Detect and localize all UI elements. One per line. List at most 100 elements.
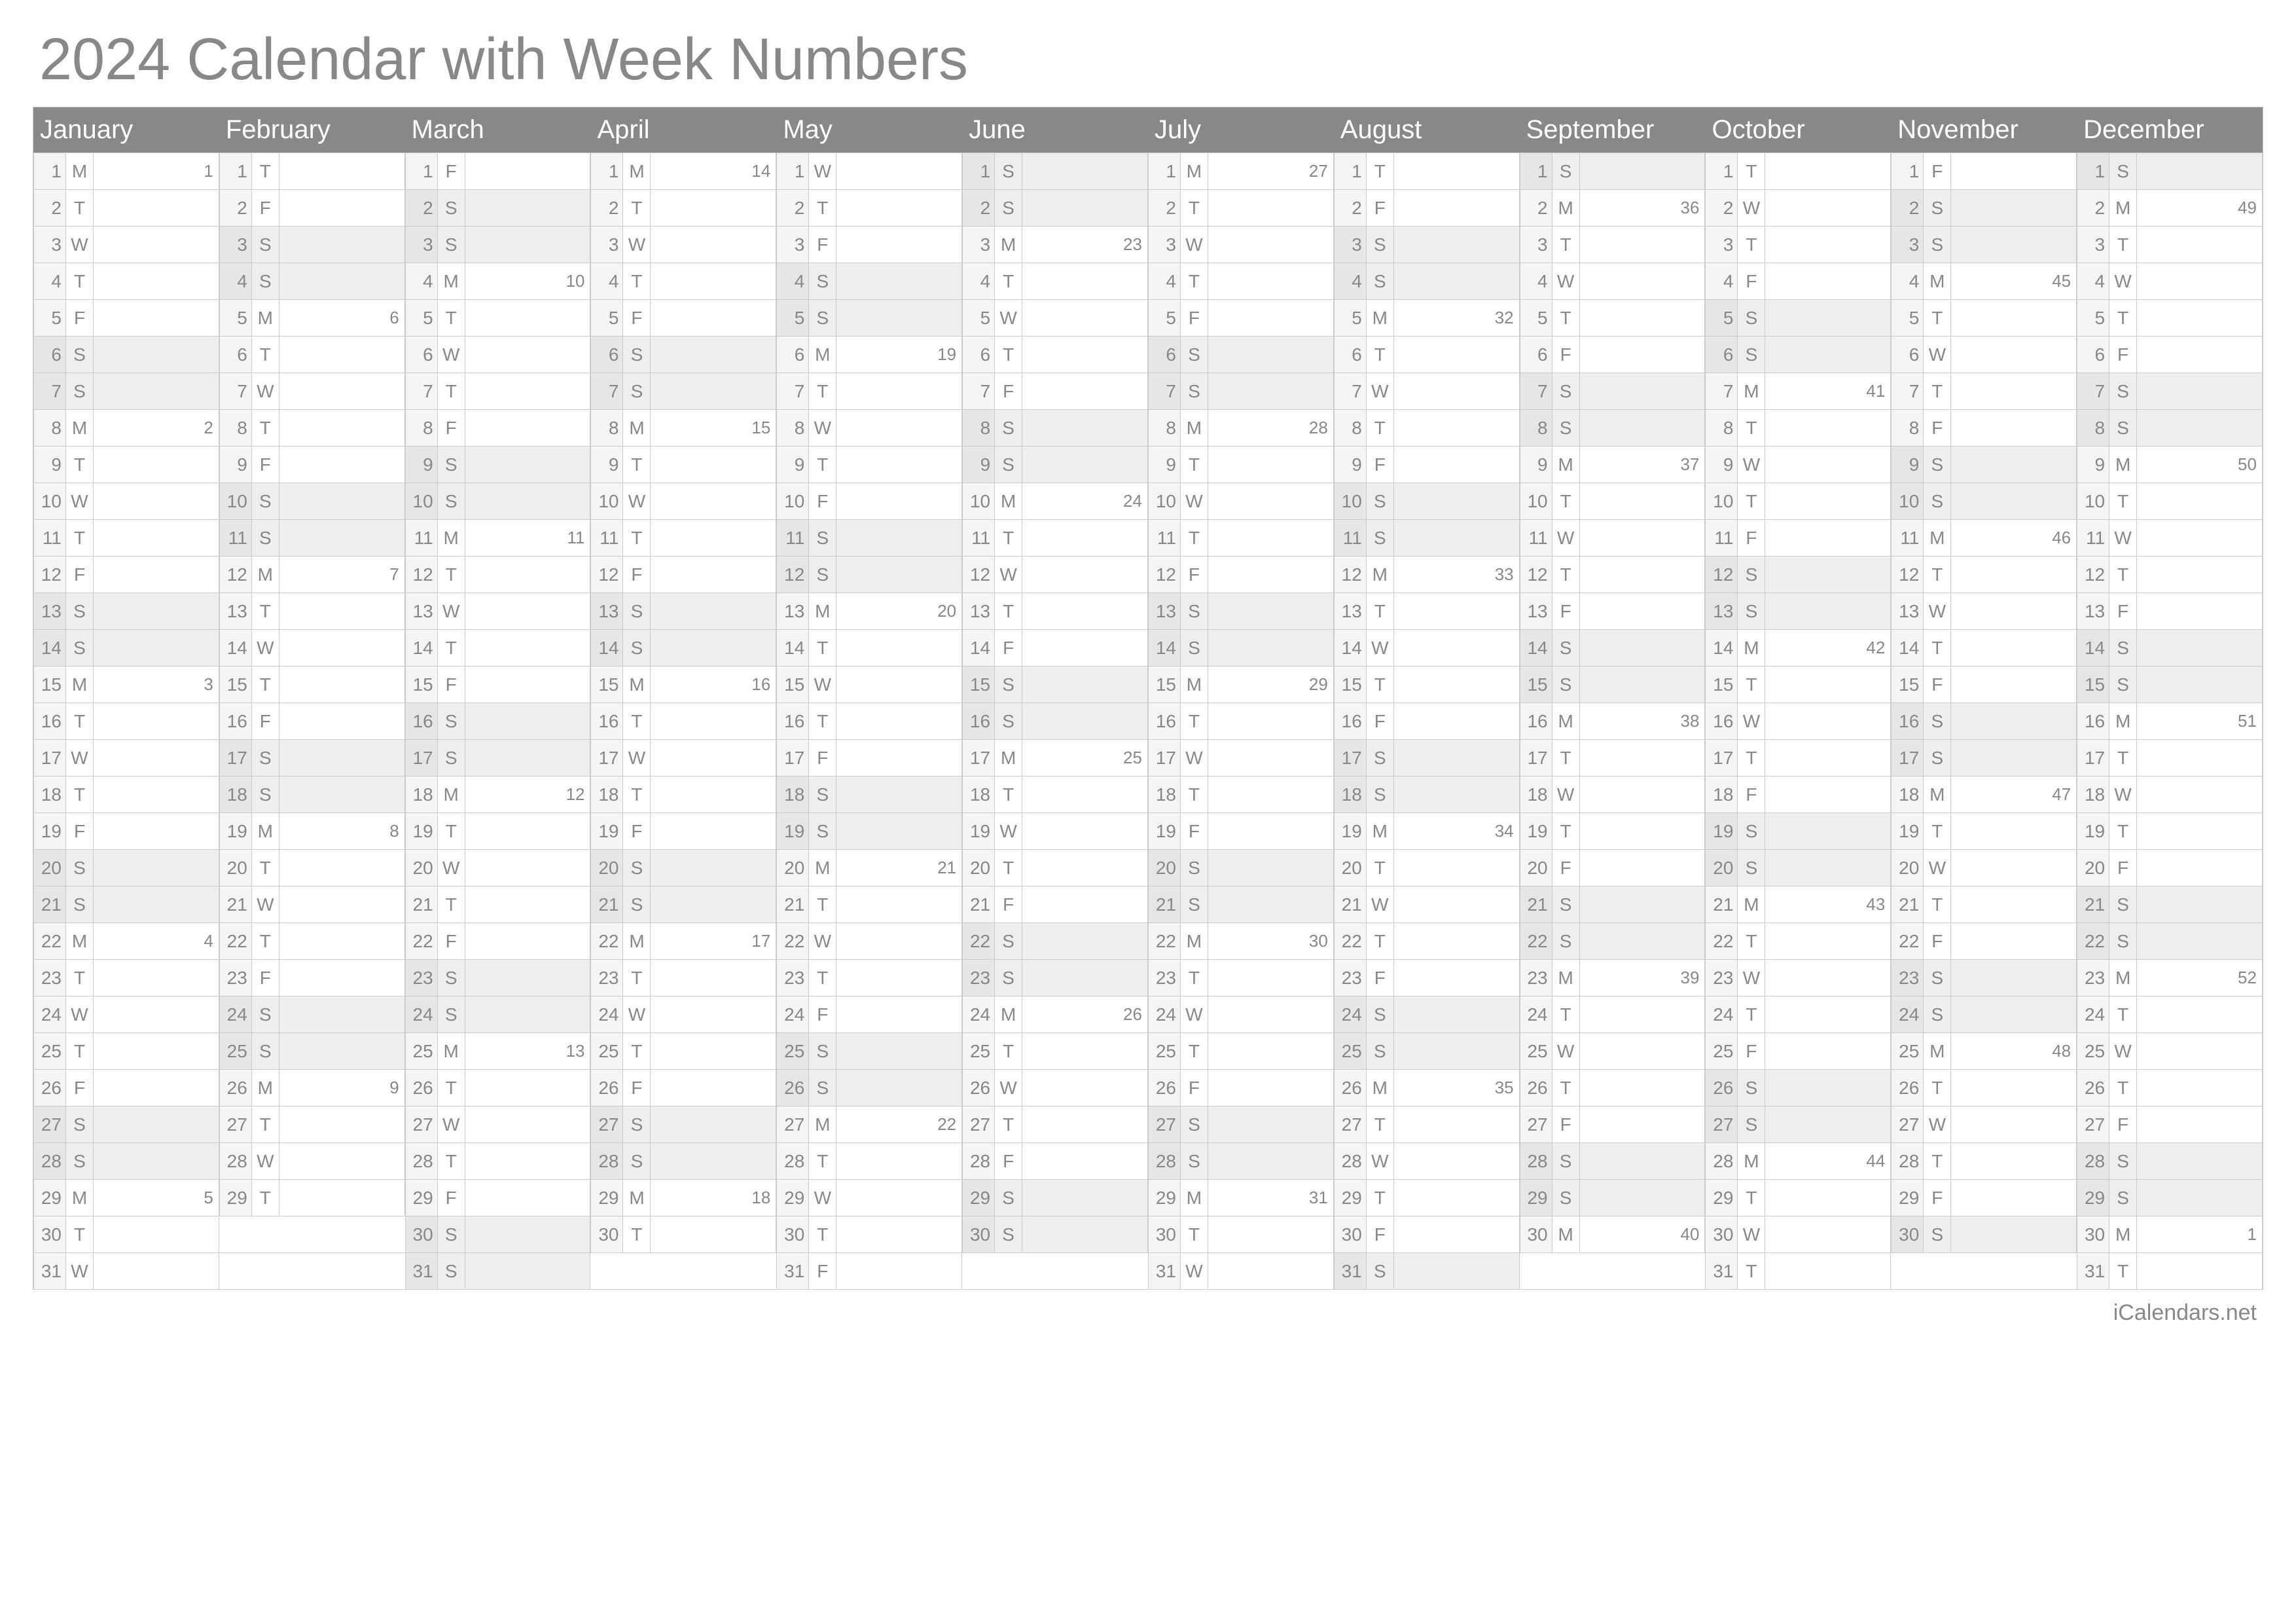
- day-of-week: S: [438, 1216, 465, 1252]
- day-number: 22: [1334, 923, 1367, 959]
- week-number-cell: [651, 373, 776, 409]
- day-of-week: S: [66, 886, 94, 922]
- day-number: 14: [2077, 630, 2109, 666]
- day-number: 30: [590, 1216, 623, 1252]
- day-of-week: F: [1552, 337, 1580, 373]
- week-number-cell: 12: [465, 776, 591, 812]
- day-number: 6: [1891, 337, 1924, 373]
- day-row: 19F: [33, 812, 219, 849]
- day-number: 30: [1705, 1216, 1738, 1252]
- day-number: 16: [590, 703, 623, 739]
- week-number-cell: [651, 1143, 776, 1179]
- day-of-week: W: [66, 227, 94, 263]
- week-number-cell: 14: [651, 153, 776, 189]
- day-of-week: W: [995, 1070, 1022, 1106]
- day-of-week: T: [809, 630, 836, 666]
- week-number-cell: [94, 996, 219, 1032]
- day-row: 9S: [405, 446, 591, 483]
- day-row: 21W: [1334, 886, 1520, 922]
- day-number: 10: [1891, 483, 1924, 519]
- day-row: 31W: [1148, 1252, 1334, 1289]
- week-number-cell: 27: [1208, 153, 1334, 189]
- day-number: 28: [1334, 1143, 1367, 1179]
- day-row: 29S: [2077, 1179, 2263, 1216]
- week-number-cell: [465, 666, 591, 702]
- day-row: 26S: [1705, 1069, 1891, 1106]
- day-row: 18T: [33, 776, 219, 812]
- week-number-cell: [1765, 1070, 1891, 1106]
- day-number: 20: [33, 850, 66, 886]
- day-of-week: S: [66, 1106, 94, 1142]
- day-row: 8S: [962, 409, 1148, 446]
- week-number-cell: [1022, 886, 1148, 922]
- day-of-week: T: [809, 373, 836, 409]
- day-number: 12: [776, 556, 809, 593]
- week-number-cell: [1765, 410, 1891, 446]
- week-number-cell: 6: [279, 300, 405, 336]
- day-row: 25T: [33, 1032, 219, 1069]
- day-of-week: S: [1181, 850, 1208, 886]
- day-number: 11: [1520, 520, 1552, 556]
- day-number: 25: [219, 1033, 252, 1069]
- day-row: 19S: [776, 812, 962, 849]
- day-row: 12W: [962, 556, 1148, 593]
- day-of-week: S: [623, 630, 651, 666]
- day-row: 9F: [1334, 446, 1520, 483]
- month-column-february: February1T2F3S4S5M66T7W8T9F10S11S12M713T…: [219, 107, 405, 1289]
- day-row: 11T: [1148, 519, 1334, 556]
- day-row: 12T: [1891, 556, 2077, 593]
- day-row: 4T: [590, 263, 776, 299]
- week-number-cell: [836, 740, 962, 776]
- day-of-week: W: [1738, 190, 1765, 226]
- week-number-cell: [94, 337, 219, 373]
- day-of-week: F: [1181, 300, 1208, 336]
- week-number-cell: [1580, 520, 1706, 556]
- day-of-week: T: [1738, 923, 1765, 959]
- day-number: 23: [405, 960, 438, 996]
- day-row: 13F: [2077, 593, 2263, 629]
- day-number: 11: [590, 520, 623, 556]
- day-row: 26M35: [1334, 1069, 1520, 1106]
- day-row: 22S: [1520, 922, 1706, 959]
- day-number: 25: [962, 1033, 995, 1069]
- day-row: 12M33: [1334, 556, 1520, 593]
- month-header: June: [962, 107, 1148, 153]
- day-of-week: W: [1552, 263, 1580, 299]
- week-number-cell: [94, 630, 219, 666]
- day-row: 27T: [962, 1106, 1148, 1142]
- day-number: 6: [590, 337, 623, 373]
- day-of-week: T: [2109, 996, 2137, 1032]
- day-of-week: F: [1552, 850, 1580, 886]
- day-row: 8T: [1705, 409, 1891, 446]
- day-number: 24: [1705, 996, 1738, 1032]
- day-number: 31: [1148, 1253, 1181, 1289]
- day-number: 1: [1891, 153, 1924, 189]
- week-number-cell: [1765, 703, 1891, 739]
- day-of-week: M: [2109, 1216, 2137, 1252]
- day-row: 1M1: [33, 153, 219, 189]
- day-row: 2T: [33, 189, 219, 226]
- day-row: 4F: [1705, 263, 1891, 299]
- week-number-cell: [465, 630, 591, 666]
- day-number: 29: [405, 1180, 438, 1216]
- day-row: 2M49: [2077, 189, 2263, 226]
- day-of-week: T: [1367, 666, 1394, 702]
- week-number-cell: [1022, 593, 1148, 629]
- week-number-cell: 8: [279, 813, 405, 849]
- day-of-week: W: [995, 813, 1022, 849]
- day-number: 7: [219, 373, 252, 409]
- day-number: 5: [962, 300, 995, 336]
- day-number: 19: [590, 813, 623, 849]
- day-number: 15: [33, 666, 66, 702]
- day-number: 13: [962, 593, 995, 629]
- month-header: April: [590, 107, 776, 153]
- day-row: 14S: [1148, 629, 1334, 666]
- week-number-cell: [465, 850, 591, 886]
- day-number: 22: [33, 923, 66, 959]
- day-row: 2S: [962, 189, 1148, 226]
- day-row: 6S: [1148, 336, 1334, 373]
- day-row: 13M20: [776, 593, 962, 629]
- month-header: October: [1705, 107, 1891, 153]
- day-of-week: S: [995, 666, 1022, 702]
- day-of-week: M: [1552, 1216, 1580, 1252]
